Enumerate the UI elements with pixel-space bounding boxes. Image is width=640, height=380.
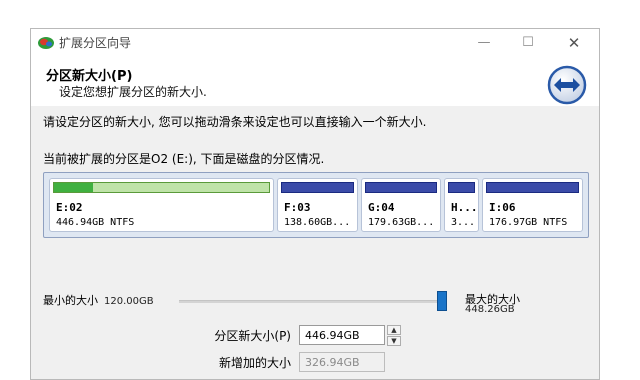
min-size-label: 最小的大小 120.00GB [43, 292, 154, 308]
partition-info: 446.94GB NTFS [56, 217, 135, 228]
partition-g[interactable]: G:04 179.63GB... [361, 178, 441, 232]
resize-arrows-icon [547, 65, 587, 105]
partition-info: 179.63GB... [368, 217, 435, 228]
new-size-label: 分区新大小(P) [214, 329, 291, 343]
minimize-button[interactable]: — [469, 33, 499, 53]
wizard-window: 扩展分区向导 — ☐ ✕ 分区新大小(P) 设定您想扩展分区的新大小. 请设定分… [30, 28, 600, 380]
partition-usage-bar [365, 182, 437, 193]
min-size-value: 120.00GB [104, 296, 154, 307]
partition-usage-fill [54, 183, 93, 192]
partition-info: 138.60GB... [284, 217, 351, 228]
partition-usage-bar [448, 182, 475, 193]
partition-usage-bar [281, 182, 354, 193]
disk-map: E:02 446.94GB NTFS F:03 138.60GB... G:04… [43, 172, 589, 238]
partition-h[interactable]: H... 3... [444, 178, 479, 232]
close-button[interactable]: ✕ [559, 33, 589, 53]
new-size-spinner[interactable]: ▲ ▼ [387, 325, 401, 346]
wizard-body: 请设定分区的新大小, 您可以拖动滑条来设定也可以直接输入一个新大小. 当前被扩展… [31, 106, 599, 379]
partition-usage-bar [486, 182, 579, 193]
partition-e[interactable]: E:02 446.94GB NTFS [49, 178, 274, 232]
size-slider-track[interactable] [179, 300, 447, 303]
partition-label: G:04 [368, 201, 395, 214]
partition-label: F:03 [284, 201, 311, 214]
size-slider-thumb[interactable] [437, 291, 447, 311]
partition-label: H... [451, 201, 478, 214]
window-title: 扩展分区向导 [59, 36, 132, 50]
page-subtitle: 设定您想扩展分区的新大小. [59, 85, 207, 99]
app-icon [38, 37, 54, 49]
added-size-label: 新增加的大小 [218, 356, 291, 370]
partition-label: I:06 [489, 201, 516, 214]
disk-description: 当前被扩展的分区是O2 (E:), 下面是磁盘的分区情况. [43, 152, 325, 166]
partition-info: 176.97GB NTFS [489, 217, 568, 228]
partition-usage-bar [53, 182, 270, 193]
min-size-caption: 最小的大小 [43, 294, 98, 307]
partition-f[interactable]: F:03 138.60GB... [277, 178, 358, 232]
instruction-text: 请设定分区的新大小, 您可以拖动滑条来设定也可以直接输入一个新大小. [43, 115, 427, 129]
page-title: 分区新大小(P) [46, 69, 133, 84]
max-size-value: 448.26GB [465, 304, 515, 315]
spin-up-icon[interactable]: ▲ [387, 325, 401, 335]
new-size-input[interactable] [299, 325, 385, 345]
title-bar: 扩展分区向导 — ☐ ✕ [31, 29, 599, 57]
maximize-button[interactable]: ☐ [513, 33, 543, 53]
partition-info: 3... [451, 217, 476, 228]
added-size-field [299, 352, 385, 372]
partition-label: E:02 [56, 201, 83, 214]
partition-i[interactable]: I:06 176.97GB NTFS [482, 178, 583, 232]
spin-down-icon[interactable]: ▼ [387, 336, 401, 346]
